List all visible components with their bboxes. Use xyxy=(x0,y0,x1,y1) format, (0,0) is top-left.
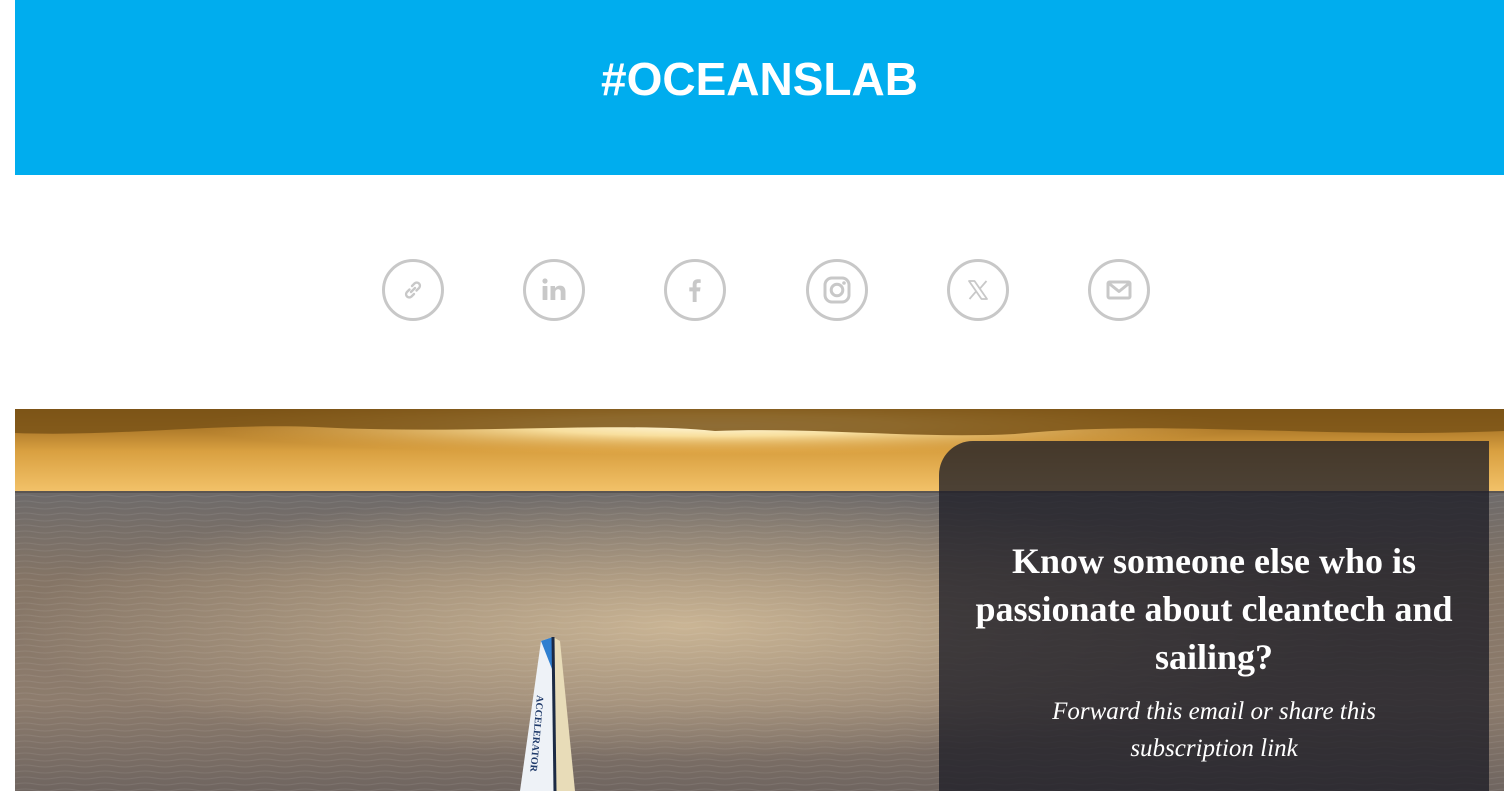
share-heading: Know someone else who is passionate abou… xyxy=(975,541,1453,677)
instagram-button[interactable] xyxy=(806,259,868,321)
share-subtext: Forward this email or share this subscri… xyxy=(1052,698,1376,762)
hero-section: ACCELERATOR Know someone else who is pas… xyxy=(15,409,1504,791)
social-links-row xyxy=(0,259,1504,327)
email-icon xyxy=(1106,280,1132,300)
share-card: Know someone else who is passionate abou… xyxy=(939,441,1489,791)
email-page: #OCEANSLAB ACCELERATOR Know someone else… xyxy=(0,0,1504,791)
header-title: #OCEANSLAB xyxy=(601,53,918,105)
link-icon xyxy=(404,281,422,299)
linkedin-button[interactable] xyxy=(523,259,585,321)
linkedin-icon xyxy=(542,278,566,300)
x-icon xyxy=(968,280,988,300)
instagram-icon xyxy=(823,276,851,304)
facebook-icon xyxy=(689,279,701,302)
email-button[interactable] xyxy=(1088,259,1150,321)
facebook-button[interactable] xyxy=(664,259,726,321)
share-link-button[interactable] xyxy=(382,259,444,321)
x-button[interactable] xyxy=(947,259,1009,321)
header-banner: #OCEANSLAB xyxy=(15,0,1504,175)
